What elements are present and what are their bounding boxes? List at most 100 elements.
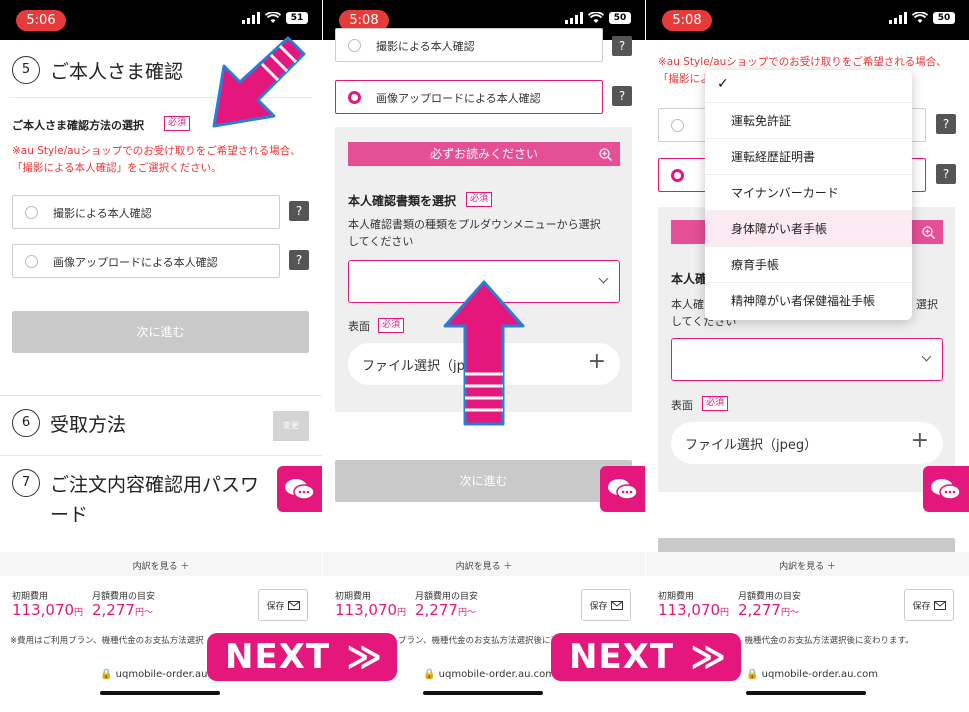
option-image-upload[interactable]: 画像アップロードによる本人確認 <box>335 80 603 114</box>
plus-icon: + <box>587 349 606 374</box>
zoom-in-icon <box>922 226 935 239</box>
breakdown-bar[interactable]: 内訳を見る ＋ <box>646 552 969 576</box>
required-badge: 必須 <box>702 396 729 411</box>
initial-fee-value: 113,070円 <box>335 601 406 619</box>
note-line-2: 「撮影による本人確認」をご選択ください。 <box>12 162 222 174</box>
doc-type-label: 本人確認書類を選択 <box>348 194 457 208</box>
chevron-down-icon <box>921 351 932 362</box>
fee-unit: 円 <box>397 608 407 618</box>
url-text: uqmobile-order.au.com <box>438 669 555 680</box>
save-button[interactable]: 保存 <box>258 589 308 621</box>
divider <box>0 455 322 456</box>
arrow-annotation-icon <box>212 36 306 128</box>
zoom-in-icon <box>599 148 612 161</box>
battery-icon: 51 <box>286 12 308 24</box>
url-bar[interactable]: 🔒 uqmobile-order.au.com <box>423 669 555 680</box>
chat-button[interactable] <box>277 466 322 512</box>
step-number-6: 6 <box>12 409 40 437</box>
next-button-disabled[interactable]: 次に進む <box>12 311 309 353</box>
fee-unit: 円 <box>720 608 730 618</box>
next-button-disabled[interactable]: 次に進む <box>335 460 632 502</box>
dropdown-option[interactable]: 運転免許証 <box>705 102 912 138</box>
chevron-down-icon <box>598 273 609 284</box>
save-button[interactable]: 保存 <box>581 589 631 621</box>
breakdown-bar[interactable]: 内訳を見る ＋ <box>323 552 645 576</box>
doc-type-select[interactable] <box>671 338 943 381</box>
dropdown-option[interactable]: 運転経歴証明書 <box>705 138 912 174</box>
monthly-fee-value: 2,277円〜 <box>92 601 153 619</box>
save-button[interactable]: 保存 <box>904 589 954 621</box>
clock: 5:08 <box>662 10 712 31</box>
status-bar: 5:08 50 <box>646 0 969 40</box>
fee-amount: 2,277 <box>92 601 135 619</box>
desc-tail: 選択 <box>916 298 938 311</box>
home-indicator <box>746 691 866 695</box>
fee-amount: 113,070 <box>12 601 75 619</box>
screen-2: 5:08 50 撮影による本人確認 ? 画像アップロードによる本人確認 ? 必ず… <box>323 0 645 712</box>
help-button[interactable]: ? <box>936 114 956 134</box>
option-label: 撮影による本人確認 <box>53 207 152 220</box>
save-label: 保存 <box>589 601 608 612</box>
checkmark-icon: ✓ <box>717 76 729 92</box>
tutorial-canvas: 5:06 51 5 ご本人さま確認 ご本人さま確認方法の選択 必須 ※au St… <box>0 0 969 712</box>
dropdown-option[interactable]: 療育手帳 <box>705 246 912 282</box>
double-chevron-right-icon: ≫ <box>346 637 383 677</box>
divider <box>0 395 322 396</box>
option-photo-verification[interactable]: 撮影による本人確認 <box>12 195 280 229</box>
breakdown-link[interactable]: 内訳を見る ＋ <box>323 559 645 572</box>
chat-button[interactable] <box>923 466 969 512</box>
title-line-2: ード <box>50 504 89 526</box>
help-button[interactable]: ? <box>289 201 309 221</box>
must-read-label: 必ずお読みください <box>429 147 538 161</box>
initial-fee-value: 113,070円 <box>12 601 83 619</box>
radio-icon <box>25 255 38 268</box>
radio-selected-icon <box>671 169 684 182</box>
radio-icon <box>348 39 361 52</box>
status-icons: 50 <box>889 12 955 24</box>
fee-amount: 113,070 <box>658 601 721 619</box>
fee-footnote: ※費用はご利用プラン、機種代金のお支払方法選択 <box>10 636 204 646</box>
dropdown-option[interactable]: 身体障がい者手帳 <box>705 210 912 246</box>
breakdown-bar[interactable]: 内訳を見る ＋ <box>0 552 322 576</box>
help-button[interactable]: ? <box>612 36 632 56</box>
next-banner-1: NEXT ≫ <box>207 633 397 681</box>
step-number-5: 5 <box>12 56 40 84</box>
dropdown-option[interactable]: 精神障がい者保健福祉手帳 <box>705 282 912 318</box>
fee-footnote: プラン、機種代金のお支払方法選択後に変 <box>398 636 559 646</box>
must-read-bar[interactable]: 必ずお読みください <box>348 142 620 166</box>
lock-icon: 🔒 <box>746 669 759 680</box>
help-button[interactable]: ? <box>612 86 632 106</box>
lock-icon: 🔒 <box>423 669 436 680</box>
radio-icon <box>671 119 684 132</box>
option-photo-verification[interactable]: 撮影による本人確認 <box>335 28 603 62</box>
monthly-fee-value: 2,277円〜 <box>738 601 799 619</box>
chat-icon <box>608 479 638 500</box>
required-badge: 必須 <box>378 318 405 333</box>
doc-type-dropdown-menu[interactable]: ✓ 運転免許証 運転経歴証明書 マイナンバーカード 身体障がい者手帳 療育手帳 … <box>705 70 912 320</box>
status-icons: 51 <box>242 12 308 24</box>
next-banner-label: NEXT <box>225 637 331 677</box>
method-label: ご本人さま確認方法の選択 <box>12 119 144 132</box>
url-bar[interactable]: 🔒 uqmobile-order.au.com <box>746 669 878 680</box>
clock: 5:06 <box>16 10 66 31</box>
help-button[interactable]: ? <box>936 164 956 184</box>
file-select-button[interactable]: ファイル選択（jpeg） + <box>671 422 943 464</box>
note-line-1: ※au Style/auショップでのお受け取りをご希望される場合、 <box>658 56 947 68</box>
title-line-1: ご注文内容確認用パスワ <box>50 474 260 496</box>
breakdown-link[interactable]: 内訳を見る ＋ <box>646 559 969 572</box>
signal-icon <box>242 12 260 24</box>
change-button[interactable]: 変更 <box>273 411 309 441</box>
wifi-icon <box>265 12 281 23</box>
signal-icon <box>565 12 583 24</box>
fee-unit: 円〜 <box>780 608 799 618</box>
chat-button[interactable] <box>600 466 645 512</box>
radio-icon <box>25 206 38 219</box>
save-label: 保存 <box>912 601 931 612</box>
fee-footnote: 、機種代金のお支払方法選択後に変わります。 <box>736 636 914 646</box>
home-indicator <box>100 691 220 695</box>
breakdown-link[interactable]: 内訳を見る ＋ <box>0 559 322 572</box>
option-image-upload[interactable]: 画像アップロードによる本人確認 <box>12 244 280 278</box>
section-title-delivery: 受取方法 <box>50 414 127 436</box>
help-button[interactable]: ? <box>289 250 309 270</box>
dropdown-option[interactable]: マイナンバーカード <box>705 174 912 210</box>
